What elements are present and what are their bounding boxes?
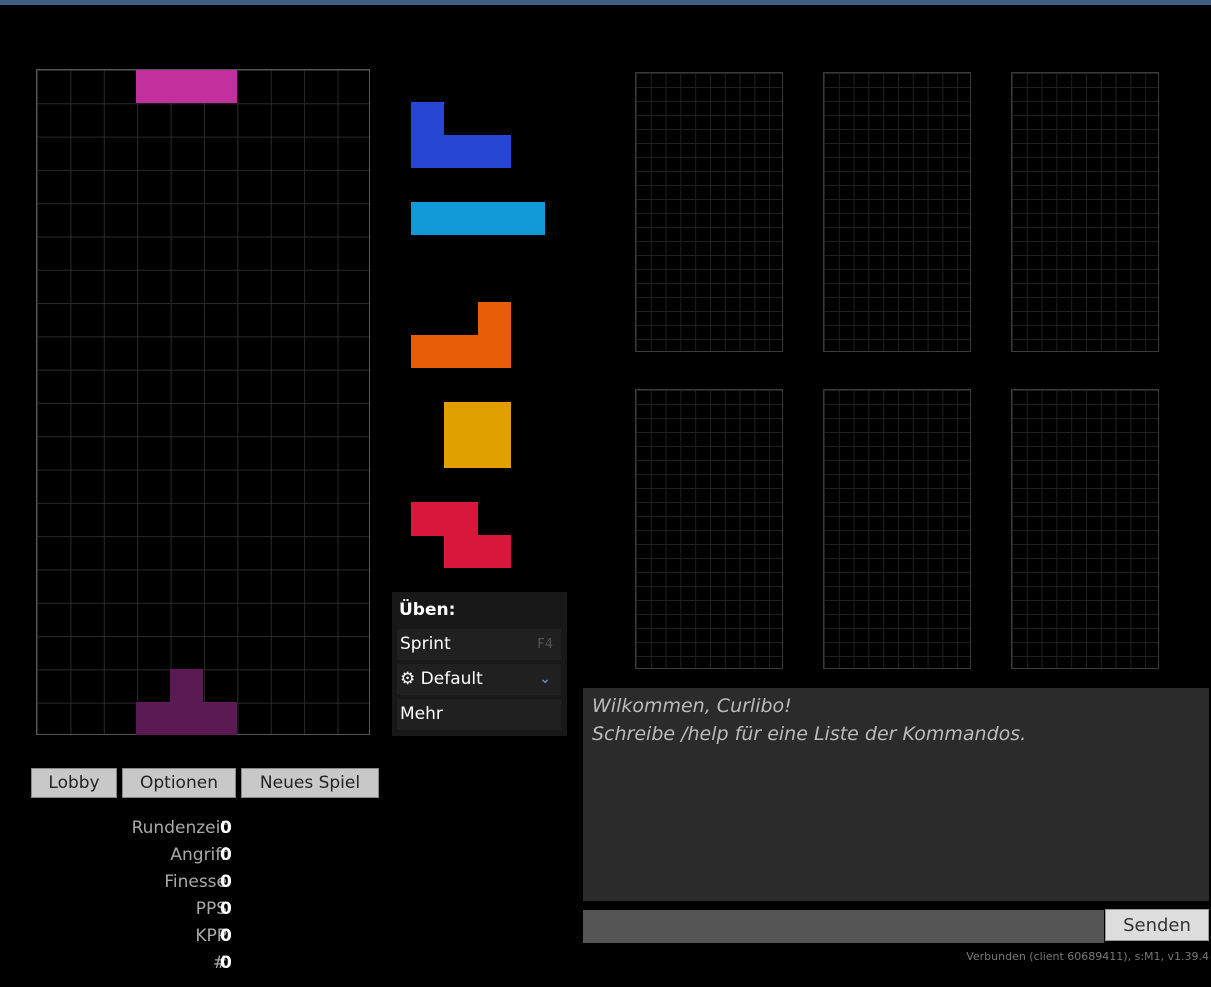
stat-row: Rundenzeit 0 <box>60 818 260 844</box>
active-piece <box>136 70 237 103</box>
stat-label: Finesse <box>164 872 227 892</box>
send-button[interactable]: Senden <box>1105 909 1209 941</box>
sprint-label: Sprint <box>400 634 451 654</box>
practice-header: Üben: <box>399 600 456 620</box>
sprint-hotkey: F4 <box>537 637 553 652</box>
chat-log: Wilkommen, Curlibo! Schreibe /help für e… <box>583 688 1209 901</box>
ghost-piece-top <box>170 669 203 703</box>
new-game-button[interactable]: Neues Spiel <box>241 768 379 798</box>
preset-label: Default <box>420 669 483 689</box>
stat-value: 0 <box>220 953 232 973</box>
chat-message: Schreibe /help für eine Liste der Komman… <box>592 723 1027 745</box>
preset-dropdown[interactable]: ⚙ Default ⌄ <box>397 664 561 695</box>
opponent-board-2 <box>823 72 971 352</box>
stat-value: 0 <box>220 872 232 892</box>
lobby-button[interactable]: Lobby <box>31 768 117 798</box>
opponent-board-4 <box>635 389 783 669</box>
more-option[interactable]: Mehr <box>397 699 561 730</box>
practice-menu: Üben: Sprint F4 ⚙ Default ⌄ Mehr <box>392 592 567 736</box>
chat-input[interactable] <box>583 910 1104 943</box>
ghost-piece-bottom <box>136 702 237 735</box>
options-button[interactable]: Optionen <box>122 768 236 798</box>
opponent-board-6 <box>1011 389 1159 669</box>
stat-value: 0 <box>220 926 232 946</box>
sprint-option[interactable]: Sprint F4 <box>397 629 561 660</box>
chevron-down-icon: ⌄ <box>539 671 551 687</box>
stat-value: 0 <box>220 845 232 865</box>
stat-row: Finesse 0 <box>60 872 260 898</box>
stat-value: 0 <box>220 899 232 919</box>
stat-label: Rundenzeit <box>131 818 227 838</box>
stat-row: PPS 0 <box>60 899 260 925</box>
opponent-board-5 <box>823 389 971 669</box>
stat-row: # 0 <box>60 953 260 979</box>
next-queue <box>411 100 551 570</box>
top-accent-bar <box>0 0 1211 5</box>
opponent-board-3 <box>1011 72 1159 352</box>
stat-row: Angriff 0 <box>60 845 260 871</box>
main-playfield <box>36 69 370 735</box>
stat-label: Angriff <box>170 845 227 865</box>
chat-message: Wilkommen, Curlibo! <box>592 695 792 717</box>
opponent-board-1 <box>635 72 783 352</box>
stat-value: 0 <box>220 818 232 838</box>
connection-status: Verbunden (client 60689411), s:M1, v1.39… <box>966 950 1209 963</box>
gear-icon: ⚙ <box>400 669 416 689</box>
more-label: Mehr <box>400 704 443 724</box>
stat-row: KPP 0 <box>60 926 260 952</box>
